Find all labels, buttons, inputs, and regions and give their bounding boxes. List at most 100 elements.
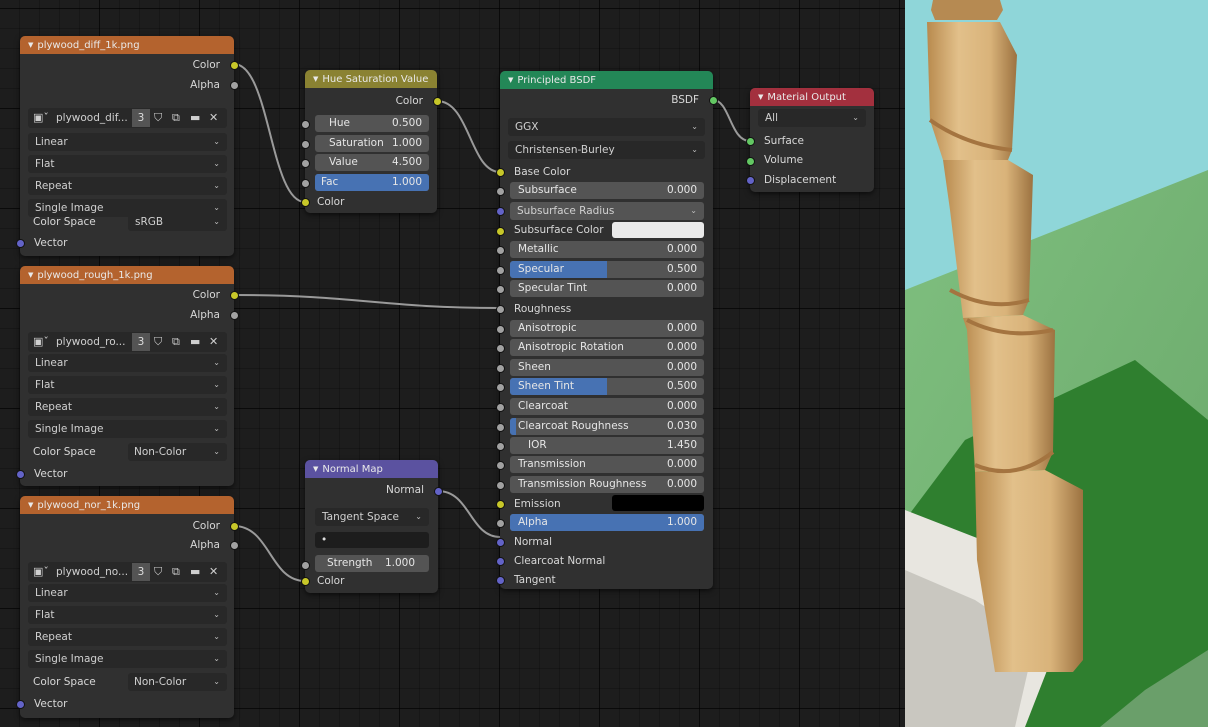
clearcoat-field[interactable]: Clearcoat 0.000 bbox=[510, 398, 704, 415]
input-color-socket[interactable] bbox=[301, 198, 310, 207]
input-hue-socket[interactable] bbox=[301, 120, 310, 129]
input-volume-socket[interactable] bbox=[746, 157, 755, 166]
image-icon[interactable]: ▣ˇ bbox=[33, 334, 49, 350]
extension-dropdown[interactable]: Repeat ⌄ bbox=[28, 177, 227, 195]
interpolation-dropdown[interactable]: Linear ⌄ bbox=[28, 584, 227, 602]
fake-user-shield-icon[interactable]: ⛉ bbox=[154, 334, 162, 350]
input-saturation-socket[interactable] bbox=[301, 140, 310, 149]
input-ior-socket[interactable] bbox=[496, 442, 505, 451]
image-texture-node-diff[interactable]: ▼ plywood_diff_1k.png Color Alpha ▣ˇ plyw… bbox=[16, 36, 239, 256]
hue-saturation-value-node[interactable]: ▼ Hue Saturation Value Color Hue 0.500 Sat… bbox=[301, 70, 442, 213]
node-header[interactable]: ▼ plywood_rough_1k.png bbox=[20, 266, 234, 284]
input-displacement-socket[interactable] bbox=[746, 176, 755, 185]
interpolation-dropdown[interactable]: Linear ⌄ bbox=[28, 354, 227, 372]
output-color-socket[interactable] bbox=[230, 522, 239, 531]
target-dropdown[interactable]: All ⌄ bbox=[758, 109, 866, 127]
subsurface-radius-dropdown[interactable]: Subsurface Radius ⌄ bbox=[510, 202, 704, 220]
output-color-socket[interactable] bbox=[433, 97, 442, 106]
color-space-dropdown[interactable]: sRGB ⌄ bbox=[128, 213, 227, 231]
projection-dropdown[interactable]: Flat ⌄ bbox=[28, 155, 227, 173]
input-vector-socket[interactable] bbox=[16, 470, 25, 479]
input-clearcoat-socket[interactable] bbox=[496, 403, 505, 412]
input-vector-socket[interactable] bbox=[16, 700, 25, 709]
user-count[interactable]: 3 bbox=[132, 109, 150, 127]
input-clearcoat-roughness-socket[interactable] bbox=[496, 423, 505, 432]
color-space-dropdown[interactable]: Non-Color ⌄ bbox=[128, 443, 227, 461]
fake-user-shield-icon[interactable]: ⛉ bbox=[154, 564, 162, 580]
input-anisotropic-socket[interactable] bbox=[496, 325, 505, 334]
input-color-socket[interactable] bbox=[301, 577, 310, 586]
output-bsdf-socket[interactable] bbox=[709, 96, 718, 105]
input-transmission-socket[interactable] bbox=[496, 461, 505, 470]
image-icon[interactable]: ▣ˇ bbox=[33, 110, 49, 126]
extension-dropdown[interactable]: Repeat ⌄ bbox=[28, 398, 227, 416]
user-count[interactable]: 3 bbox=[132, 563, 150, 581]
anisotropic-rotation-field[interactable]: Anisotropic Rotation 0.000 bbox=[510, 339, 704, 356]
image-texture-node-rough[interactable]: ▼ plywood_rough_1k.png Color Alpha ▣ˇ ply… bbox=[16, 266, 239, 486]
node-collapse-triangle-icon[interactable]: ▼ bbox=[508, 76, 513, 84]
transmission-roughness-field[interactable]: Transmission Roughness 0.000 bbox=[510, 476, 704, 493]
input-emission-socket[interactable] bbox=[496, 500, 505, 509]
input-tangent-socket[interactable] bbox=[496, 576, 505, 585]
node-collapse-triangle-icon[interactable]: ▼ bbox=[313, 465, 318, 473]
alpha-slider[interactable]: Alpha 1.000 bbox=[510, 514, 704, 531]
image-name[interactable]: plywood_dif... bbox=[56, 110, 128, 126]
input-surface-socket[interactable] bbox=[746, 137, 755, 146]
output-alpha-socket[interactable] bbox=[230, 81, 239, 90]
anisotropic-field[interactable]: Anisotropic 0.000 bbox=[510, 320, 704, 337]
hue-field[interactable]: Hue 0.500 bbox=[315, 115, 429, 132]
unlink-x-icon[interactable]: ✕ bbox=[209, 110, 218, 126]
user-count[interactable]: 3 bbox=[132, 333, 150, 351]
output-color-socket[interactable] bbox=[230, 291, 239, 300]
subsurface-method-dropdown[interactable]: Christensen-Burley ⌄ bbox=[508, 141, 705, 159]
input-sheen-tint-socket[interactable] bbox=[496, 383, 505, 392]
emission-color-swatch[interactable] bbox=[612, 495, 704, 511]
space-dropdown[interactable]: Tangent Space ⌄ bbox=[315, 508, 429, 526]
node-collapse-triangle-icon[interactable]: ▼ bbox=[28, 41, 33, 49]
material-output-node[interactable]: ▼ Material Output All ⌄ Surface Volume Dis… bbox=[746, 88, 874, 192]
node-collapse-triangle-icon[interactable]: ▼ bbox=[28, 271, 33, 279]
source-dropdown[interactable]: Single Image ⌄ bbox=[28, 650, 227, 668]
projection-dropdown[interactable]: Flat ⌄ bbox=[28, 376, 227, 394]
image-selector[interactable]: ▣ˇ plywood_ro... 3 ⛉ ⧉ ▬ ✕ bbox=[28, 332, 227, 352]
image-texture-node-nor[interactable]: ▼ plywood_nor_1k.png Color Alpha ▣ˇ plywo… bbox=[16, 496, 239, 718]
input-sheen-socket[interactable] bbox=[496, 364, 505, 373]
distribution-dropdown[interactable]: GGX ⌄ bbox=[508, 118, 705, 136]
input-value-socket[interactable] bbox=[301, 159, 310, 168]
open-folder-icon[interactable]: ▬ bbox=[190, 564, 200, 580]
output-alpha-socket[interactable] bbox=[230, 541, 239, 550]
input-vector-socket[interactable] bbox=[16, 239, 25, 248]
subsurface-field[interactable]: Subsurface 0.000 bbox=[510, 182, 704, 199]
node-collapse-triangle-icon[interactable]: ▼ bbox=[313, 75, 318, 83]
duplicate-icon[interactable]: ⧉ bbox=[172, 334, 180, 350]
node-header[interactable]: ▼ Normal Map bbox=[305, 460, 438, 478]
sheen-field[interactable]: Sheen 0.000 bbox=[510, 359, 704, 376]
open-folder-icon[interactable]: ▬ bbox=[190, 110, 200, 126]
input-specular-socket[interactable] bbox=[496, 266, 505, 275]
extension-dropdown[interactable]: Repeat ⌄ bbox=[28, 628, 227, 646]
input-transmission-roughness-socket[interactable] bbox=[496, 481, 505, 490]
image-selector[interactable]: ▣ˇ plywood_no... 3 ⛉ ⧉ ▬ ✕ bbox=[28, 562, 227, 582]
projection-dropdown[interactable]: Flat ⌄ bbox=[28, 606, 227, 624]
principled-bsdf-node[interactable]: ▼ Principled BSDF BSDF GGX ⌄ Christensen-B… bbox=[496, 71, 718, 589]
output-normal-socket[interactable] bbox=[434, 487, 443, 496]
value-field[interactable]: Value 4.500 bbox=[315, 154, 429, 171]
input-metallic-socket[interactable] bbox=[496, 246, 505, 255]
specular-slider[interactable]: Specular 0.500 bbox=[510, 261, 704, 278]
node-header[interactable]: ▼ Principled BSDF bbox=[500, 71, 713, 89]
sheen-tint-slider[interactable]: Sheen Tint 0.500 bbox=[510, 378, 704, 395]
input-subsurface-color-socket[interactable] bbox=[496, 227, 505, 236]
ior-field[interactable]: IOR 1.450 bbox=[510, 437, 704, 454]
duplicate-icon[interactable]: ⧉ bbox=[172, 564, 180, 580]
node-collapse-triangle-icon[interactable]: ▼ bbox=[28, 501, 33, 509]
duplicate-icon[interactable]: ⧉ bbox=[172, 110, 180, 126]
uv-map-field[interactable]: • bbox=[315, 532, 429, 548]
interpolation-dropdown[interactable]: Linear ⌄ bbox=[28, 133, 227, 151]
strength-field[interactable]: Strength 1.000 bbox=[315, 555, 429, 572]
input-base-color-socket[interactable] bbox=[496, 168, 505, 177]
open-folder-icon[interactable]: ▬ bbox=[190, 334, 200, 350]
node-header[interactable]: ▼ plywood_diff_1k.png bbox=[20, 36, 234, 54]
image-name[interactable]: plywood_ro... bbox=[56, 334, 126, 350]
unlink-x-icon[interactable]: ✕ bbox=[209, 564, 218, 580]
normal-map-node[interactable]: ▼ Normal Map Normal Tangent Space ⌄ • Stre… bbox=[301, 460, 443, 593]
